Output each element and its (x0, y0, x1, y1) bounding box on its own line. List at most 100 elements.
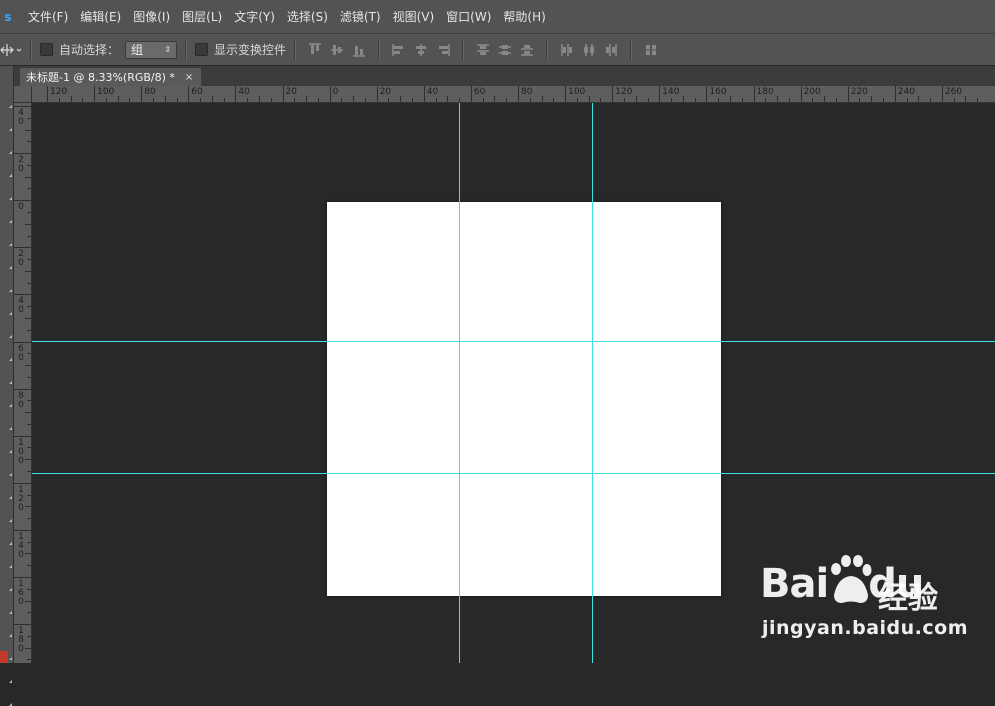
tool-button[interactable] (1, 234, 13, 246)
menu-image[interactable]: 图像(I) (133, 8, 170, 25)
ruler-major-tick (14, 529, 31, 531)
ruler-minor-tick (70, 96, 72, 102)
ruler-minor-tick (58, 98, 60, 102)
tool-button[interactable] (1, 372, 13, 384)
tool-button[interactable] (1, 349, 13, 361)
ruler-minor-tick (211, 96, 213, 102)
menu-layer[interactable]: 图层(L) (182, 8, 222, 25)
ruler-major-tick (14, 388, 31, 390)
menu-file[interactable]: 文件(F) (28, 8, 68, 25)
flyout-indicator-icon (9, 450, 12, 453)
menu-window[interactable]: 窗口(W) (446, 8, 491, 25)
ruler-major-tick (14, 435, 31, 437)
document-canvas[interactable] (327, 202, 721, 596)
align-left-edges-icon[interactable] (388, 39, 410, 61)
menu-edit[interactable]: 编辑(E) (80, 8, 121, 25)
tool-button[interactable] (1, 326, 13, 338)
align-bottom-edges-icon[interactable] (348, 39, 370, 61)
horizontal-guide-line[interactable] (32, 473, 995, 474)
options-separator (462, 39, 465, 60)
ruler-major-tick (894, 86, 896, 102)
distribute-bottom-edges-icon[interactable] (516, 39, 538, 61)
ruler-minor-tick (25, 129, 31, 131)
close-tab-icon[interactable]: × (185, 72, 193, 83)
options-separator (630, 39, 633, 60)
tool-button[interactable] (1, 280, 13, 292)
distribute-right-edges-icon[interactable] (600, 39, 622, 61)
ruler-minor-tick (27, 635, 31, 637)
ruler-minor-tick (247, 98, 249, 102)
ruler-major-tick (753, 86, 755, 102)
baidu-paw-logo-icon (831, 555, 872, 603)
ruler-minor-tick (447, 96, 449, 102)
ruler-major-tick (282, 86, 284, 102)
tool-button[interactable] (1, 257, 13, 269)
flyout-indicator-icon (9, 611, 12, 614)
menu-view[interactable]: 视图(V) (393, 8, 435, 25)
foreground-color-swatch[interactable] (0, 651, 8, 663)
ruler-minor-tick (27, 235, 31, 237)
tool-button[interactable] (1, 119, 13, 131)
ruler-label: 220 (850, 87, 868, 97)
align-vertical-centers-icon[interactable] (326, 39, 348, 61)
ruler-minor-tick (788, 98, 790, 102)
ruler-minor-tick (953, 98, 955, 102)
tool-button[interactable] (1, 96, 13, 108)
options-separator (185, 39, 188, 60)
align-horizontal-centers-icon[interactable] (410, 39, 432, 61)
auto-align-layers-icon[interactable] (640, 39, 662, 61)
tool-button[interactable] (1, 211, 13, 223)
tool-button[interactable] (1, 556, 13, 568)
vertical-ruler[interactable]: 40 20 0 20 40 60 80 100 120 140 160 180 (14, 103, 32, 663)
tool-button[interactable] (1, 142, 13, 154)
tool-button[interactable] (1, 510, 13, 522)
tool-button[interactable] (1, 441, 13, 453)
ruler-minor-tick (27, 353, 31, 355)
tool-button[interactable] (1, 579, 13, 591)
tool-button[interactable] (1, 625, 13, 637)
tool-button[interactable] (1, 395, 13, 407)
menu-filter[interactable]: 滤镜(T) (340, 8, 381, 25)
ruler-label: 160 (18, 579, 24, 607)
tool-button[interactable] (1, 487, 13, 499)
distribute-vertical-centers-icon[interactable] (494, 39, 516, 61)
tool-button[interactable] (1, 694, 13, 706)
ruler-minor-tick (777, 96, 779, 102)
align-right-edges-icon[interactable] (432, 39, 454, 61)
distribute-horizontal-centers-icon[interactable] (578, 39, 600, 61)
auto-select-dropdown[interactable]: 组 ⇕ (125, 40, 178, 59)
ruler-minor-tick (435, 98, 437, 102)
document-tab[interactable]: 未标题-1 @ 8.33%(RGB/8) * × (20, 68, 202, 86)
menu-select[interactable]: 选择(S) (287, 8, 328, 25)
tool-button[interactable] (1, 671, 13, 683)
ruler-minor-tick (27, 423, 31, 425)
horizontal-guide-line[interactable] (32, 341, 995, 342)
show-transform-checkbox[interactable] (195, 43, 209, 56)
tool-button[interactable] (1, 188, 13, 200)
vertical-guide-line[interactable] (459, 103, 460, 663)
vertical-guide-line[interactable] (592, 103, 593, 663)
horizontal-ruler[interactable]: 120 100 80 60 40 20 0 20 40 60 80 100 120 140 160 180 20… (32, 86, 995, 103)
tool-button[interactable] (1, 464, 13, 476)
move-tool-icon[interactable] (0, 43, 22, 57)
auto-select-checkbox[interactable] (40, 43, 53, 56)
tool-button[interactable] (1, 533, 13, 545)
ruler-minor-tick (176, 98, 178, 102)
tool-button[interactable] (1, 303, 13, 315)
flyout-indicator-icon (9, 312, 12, 315)
tool-button[interactable] (1, 418, 13, 430)
ruler-major-tick (941, 86, 943, 102)
tool-button[interactable] (1, 602, 13, 614)
ruler-minor-tick (25, 506, 31, 508)
distribute-top-edges-icon[interactable] (472, 39, 494, 61)
ruler-minor-tick (294, 98, 296, 102)
menu-help[interactable]: 帮助(H) (503, 8, 545, 25)
flyout-indicator-icon (9, 427, 12, 430)
align-top-edges-icon[interactable] (304, 39, 326, 61)
tool-button[interactable] (1, 165, 13, 177)
distribute-left-edges-icon[interactable] (556, 39, 578, 61)
options-separator (546, 39, 549, 60)
ruler-major-tick (800, 86, 802, 102)
menu-type[interactable]: 文字(Y) (234, 8, 275, 25)
ruler-origin-corner[interactable] (14, 86, 32, 103)
